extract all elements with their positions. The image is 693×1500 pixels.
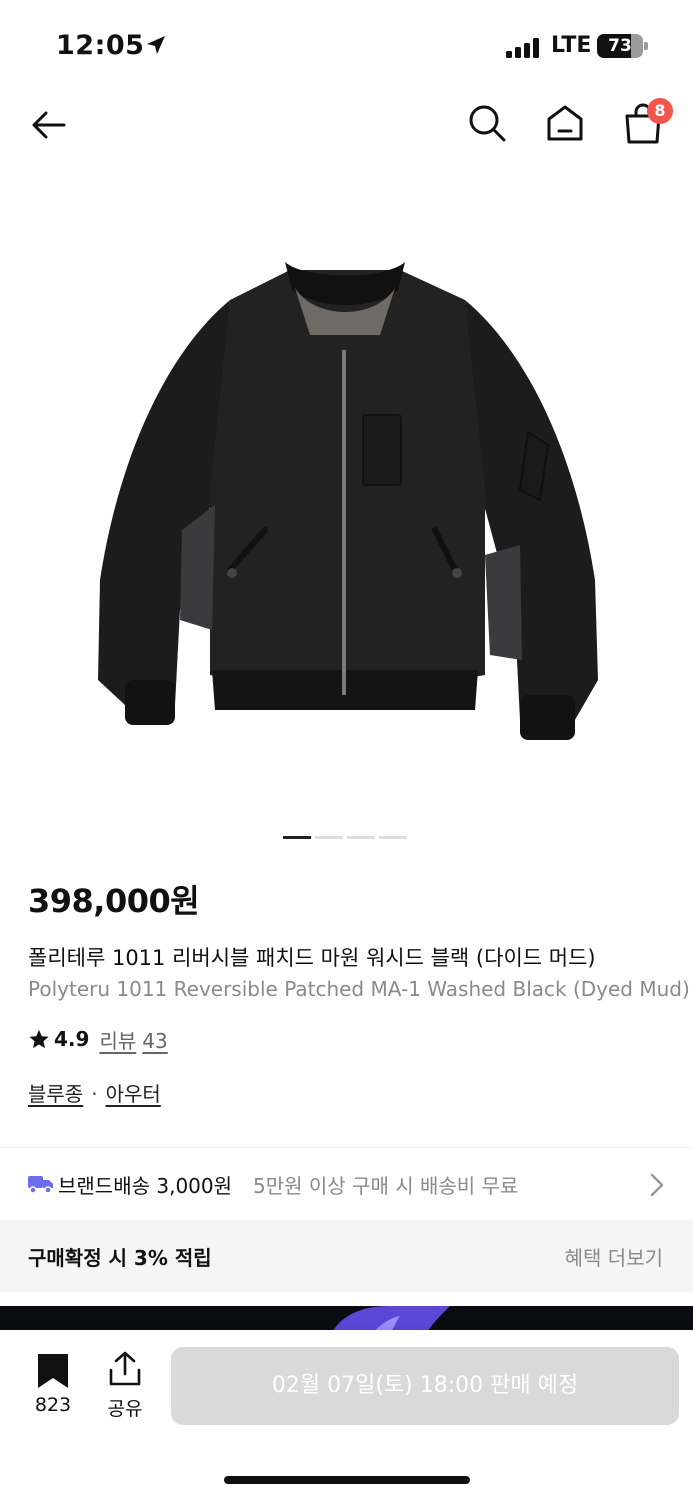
review-label: 리뷰: [99, 1028, 137, 1053]
status-time: 12:05: [56, 30, 145, 61]
more-benefits-link[interactable]: 혜택 더보기: [565, 1242, 663, 1271]
top-nav: 8: [0, 90, 693, 160]
signal-icon: [506, 38, 539, 58]
share-button[interactable]: 공유: [98, 1350, 152, 1420]
search-icon[interactable]: [466, 102, 508, 144]
carousel-dot[interactable]: [347, 836, 375, 839]
cart-count-badge: 8: [647, 98, 673, 124]
points-benefit-row: 구매확정 시 3% 적립 혜택 더보기: [0, 1220, 693, 1292]
star-icon: [29, 1029, 49, 1049]
status-bar: 12:05 LTE 73: [0, 0, 693, 90]
home-indicator: [224, 1476, 470, 1484]
carousel-dot[interactable]: [283, 836, 311, 839]
network-type: LTE: [551, 33, 592, 58]
battery-icon: 73: [597, 34, 649, 58]
carousel-dot[interactable]: [379, 836, 407, 839]
location-arrow-icon: [147, 36, 165, 54]
points-label: 구매확정 시 3% 적립: [28, 1246, 212, 1270]
share-label: 공유: [107, 1398, 143, 1420]
category-link-blouson[interactable]: 블루종: [28, 1082, 83, 1106]
back-arrow-icon[interactable]: [28, 104, 70, 146]
category-breadcrumb: 블루종 · 아우터: [28, 1078, 161, 1107]
rating-value: 4.9: [54, 1027, 90, 1051]
free-shipping-note: 5만원 이상 구매 시 배송비 무료: [253, 1174, 519, 1198]
product-title-korean: 폴리테루 1011 리버시블 패치드 마원 워시드 블랙 (다이드 머드): [28, 946, 596, 970]
product-title-english: Polyteru 1011 Reversible Patched MA-1 Wa…: [28, 977, 690, 1001]
truck-icon: [28, 1176, 53, 1194]
chevron-right-icon: [650, 1173, 664, 1197]
review-link[interactable]: 리뷰 43: [99, 1025, 167, 1054]
product-price: 398,000원: [28, 882, 200, 920]
shipping-info-row[interactable]: 브랜드배송 3,000원 5만원 이상 구매 시 배송비 무료: [0, 1148, 693, 1220]
bottom-action-bar: 823 공유 02월 07일(토) 18:00 판매 예정: [0, 1330, 693, 1500]
product-image[interactable]: [0, 160, 693, 820]
category-separator: ·: [91, 1082, 98, 1106]
shipping-fee-label: 브랜드배송 3,000원: [58, 1174, 233, 1198]
cart-button[interactable]: 8: [622, 98, 673, 146]
rating-row: 4.9 리뷰 43: [28, 1024, 168, 1054]
share-icon: [109, 1351, 141, 1386]
carousel-dot[interactable]: [315, 836, 343, 839]
bookmark-count: 823: [34, 1394, 72, 1416]
bookmark-icon: [38, 1354, 68, 1388]
category-link-outer[interactable]: 아우터: [106, 1082, 161, 1106]
home-icon[interactable]: [544, 102, 586, 144]
image-carousel-indicator: [283, 836, 413, 840]
release-schedule-button[interactable]: 02월 07일(토) 18:00 판매 예정: [171, 1347, 679, 1425]
battery-level: 73: [608, 36, 632, 56]
review-count: 43: [142, 1028, 168, 1053]
bookmark-button[interactable]: 823: [26, 1350, 80, 1418]
